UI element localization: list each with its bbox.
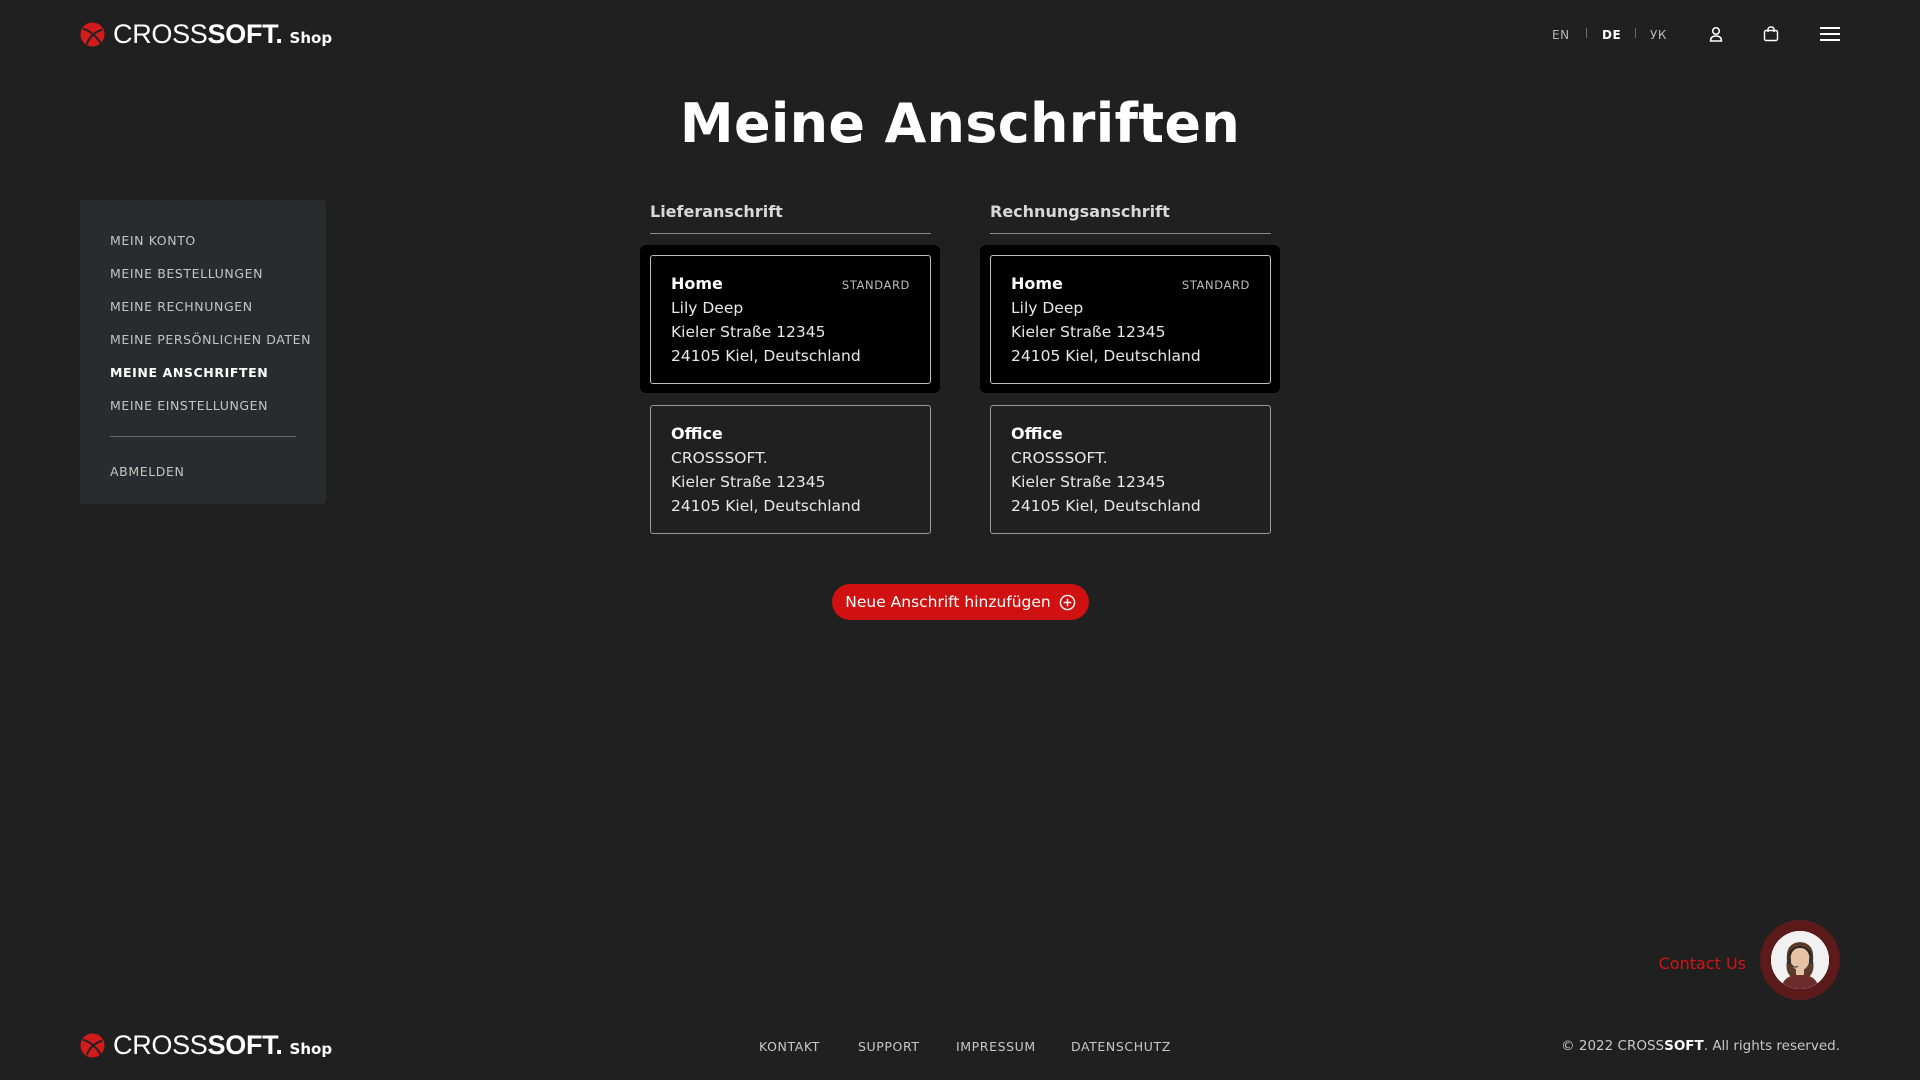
footer-link-datenschutz[interactable]: DATENSCHUTZ <box>1071 1039 1171 1054</box>
lang-separator <box>1586 28 1587 38</box>
sidebar-item-rechnungen[interactable]: MEINE RECHNUNGEN <box>110 299 253 314</box>
address-line: Lily Deep <box>1011 299 1084 317</box>
address-line: 24105 Kiel, Deutschland <box>1011 347 1201 365</box>
logo-shop: Shop <box>289 1040 333 1058</box>
logo-cross: CROSS <box>113 1030 208 1060</box>
lang-uk[interactable]: УК <box>1650 28 1667 42</box>
footer-link-kontakt[interactable]: KONTAKT <box>759 1039 820 1054</box>
address-card-title: Home <box>671 274 723 293</box>
add-address-label: Neue Anschrift hinzufügen <box>845 593 1051 611</box>
address-line: 24105 Kiel, Deutschland <box>671 347 861 365</box>
column-divider <box>650 233 931 234</box>
address-line: Kieler Straße 12345 <box>671 473 826 491</box>
plus-circle-icon <box>1059 594 1076 610</box>
address-line: CROSSSOFT. <box>671 449 768 467</box>
logo-wordmark: CROSS SOFT. Shop <box>113 21 332 48</box>
address-card-title: Office <box>1011 424 1063 443</box>
address-card-title: Home <box>1011 274 1063 293</box>
site-logo[interactable]: CROSS SOFT. Shop <box>80 21 332 48</box>
footer-link-support[interactable]: SUPPORT <box>858 1039 920 1054</box>
address-line: Lily Deep <box>671 299 744 317</box>
user-icon[interactable] <box>1706 24 1726 44</box>
logo-soft: SOFT. <box>207 19 283 49</box>
sidebar-item-persoenliche-daten[interactable]: MEINE PERSÖNLICHEN DATEN <box>110 332 311 347</box>
delivery-address-card-home[interactable]: Home STANDARD Lily Deep Kieler Straße 12… <box>650 255 931 384</box>
site-header: CROSS SOFT. Shop EN DE УК <box>0 0 1920 80</box>
crosssoft-logo-icon <box>80 22 105 47</box>
logo-cross: CROSS <box>113 19 208 49</box>
copyright-suffix: . All rights reserved. <box>1703 1038 1840 1054</box>
address-card-title: Office <box>671 424 723 443</box>
menu-icon[interactable] <box>1820 24 1840 44</box>
billing-address-card-home[interactable]: Home STANDARD Lily Deep Kieler Straße 12… <box>990 255 1271 384</box>
billing-address-card-office[interactable]: Office CROSSSOFT. Kieler Straße 12345 24… <box>990 405 1271 534</box>
lang-en[interactable]: EN <box>1552 28 1570 42</box>
sidebar-divider <box>110 436 296 437</box>
sidebar-item-mein-konto[interactable]: MEIN KONTO <box>110 233 196 248</box>
default-badge: STANDARD <box>1181 278 1250 292</box>
address-line: Kieler Straße 12345 <box>1011 473 1166 491</box>
logo-shop: Shop <box>289 29 333 47</box>
page-title: Meine Anschriften <box>679 92 1241 155</box>
delivery-address-heading: Lieferanschrift <box>650 202 783 221</box>
sidebar-item-einstellungen[interactable]: MEINE EINSTELLUNGEN <box>110 398 268 413</box>
lang-separator <box>1635 28 1636 38</box>
sidebar-item-anschriften[interactable]: MEINE ANSCHRIFTEN <box>110 365 268 380</box>
logout-link[interactable]: ABMELDEN <box>110 464 184 479</box>
shopping-bag-icon[interactable] <box>1761 24 1781 44</box>
address-line: 24105 Kiel, Deutschland <box>1011 497 1201 515</box>
address-line: Kieler Straße 12345 <box>1011 323 1166 341</box>
add-address-button[interactable]: Neue Anschrift hinzufügen <box>832 584 1089 620</box>
address-line: CROSSSOFT. <box>1011 449 1108 467</box>
logo-soft: SOFT. <box>207 1030 283 1060</box>
contact-us-link[interactable]: Contact Us <box>1659 954 1746 973</box>
account-sidebar: MEIN KONTO MEINE BESTELLUNGEN MEINE RECH… <box>80 200 326 504</box>
delivery-address-card-office[interactable]: Office CROSSSOFT. Kieler Straße 12345 24… <box>650 405 931 534</box>
address-line: Kieler Straße 12345 <box>671 323 826 341</box>
copyright-prefix: © 2022 CROSS <box>1561 1038 1665 1054</box>
logo-wordmark: CROSS SOFT. Shop <box>113 1032 332 1059</box>
lang-de[interactable]: DE <box>1602 28 1621 42</box>
sidebar-item-bestellungen[interactable]: MEINE BESTELLUNGEN <box>110 266 263 281</box>
address-line: 24105 Kiel, Deutschland <box>671 497 861 515</box>
footer-logo[interactable]: CROSS SOFT. Shop <box>80 1032 332 1059</box>
copyright-brand: SOFT <box>1664 1038 1704 1054</box>
crosssoft-logo-icon <box>80 1033 105 1058</box>
copyright-notice: © 2022 CROSSSOFT. All rights reserved. <box>1561 1038 1840 1054</box>
default-badge: STANDARD <box>841 278 910 292</box>
column-divider <box>990 233 1271 234</box>
support-agent-avatar-icon <box>1771 931 1829 989</box>
billing-address-heading: Rechnungsanschrift <box>990 202 1170 221</box>
footer-link-impressum[interactable]: IMPRESSUM <box>956 1039 1036 1054</box>
contact-avatar-button[interactable] <box>1760 920 1840 1000</box>
